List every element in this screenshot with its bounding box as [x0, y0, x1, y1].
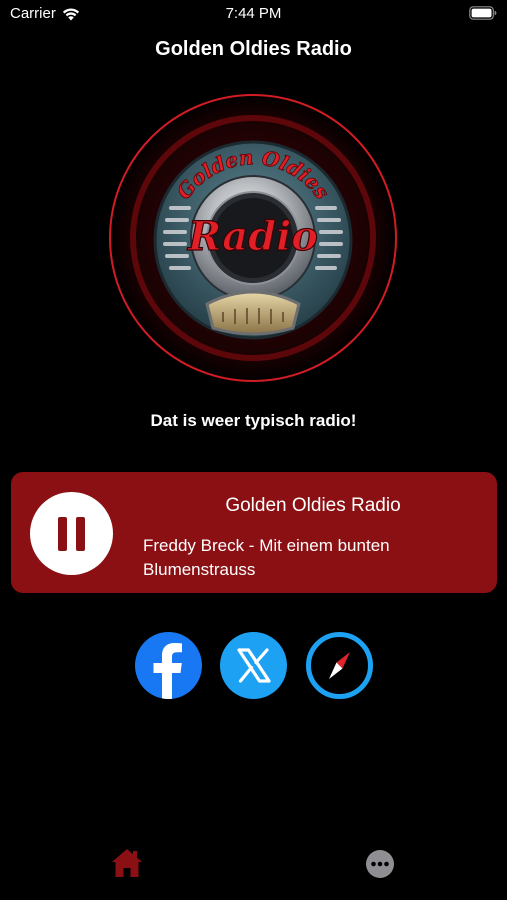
tab-more[interactable] — [365, 849, 395, 879]
status-time: 7:44 PM — [225, 5, 282, 22]
home-icon — [112, 849, 142, 877]
x-icon — [237, 648, 271, 683]
app-screen: Carrier 7:44 PM Golden Oldies Radio Gold… — [0, 0, 507, 900]
pause-icon — [58, 516, 85, 551]
more-icon — [366, 850, 394, 878]
facebook-button[interactable] — [135, 632, 202, 699]
tagline-text: Dat is weer typisch radio! — [150, 411, 357, 430]
compass-icon — [313, 639, 366, 692]
website-button[interactable] — [306, 632, 373, 699]
now-playing-card: Golden Oldies Radio Freddy Breck - Mit e… — [11, 472, 497, 593]
tab-bar — [0, 840, 507, 900]
tab-home[interactable] — [110, 846, 144, 880]
battery-icon — [469, 6, 497, 20]
status-bar: Carrier 7:44 PM — [0, 0, 507, 28]
station-name: Golden Oldies Radio — [225, 495, 401, 516]
social-links — [0, 632, 507, 700]
facebook-icon — [153, 643, 182, 699]
pause-button[interactable] — [30, 492, 113, 575]
x-button[interactable] — [220, 632, 287, 699]
logo-main-text: Radio — [187, 213, 318, 260]
station-logo: Golden Oldies Radio — [105, 90, 401, 386]
page-title: Golden Oldies Radio — [155, 38, 352, 60]
track-title: Freddy Breck - Mit einem bunten Blumenst… — [143, 536, 390, 579]
